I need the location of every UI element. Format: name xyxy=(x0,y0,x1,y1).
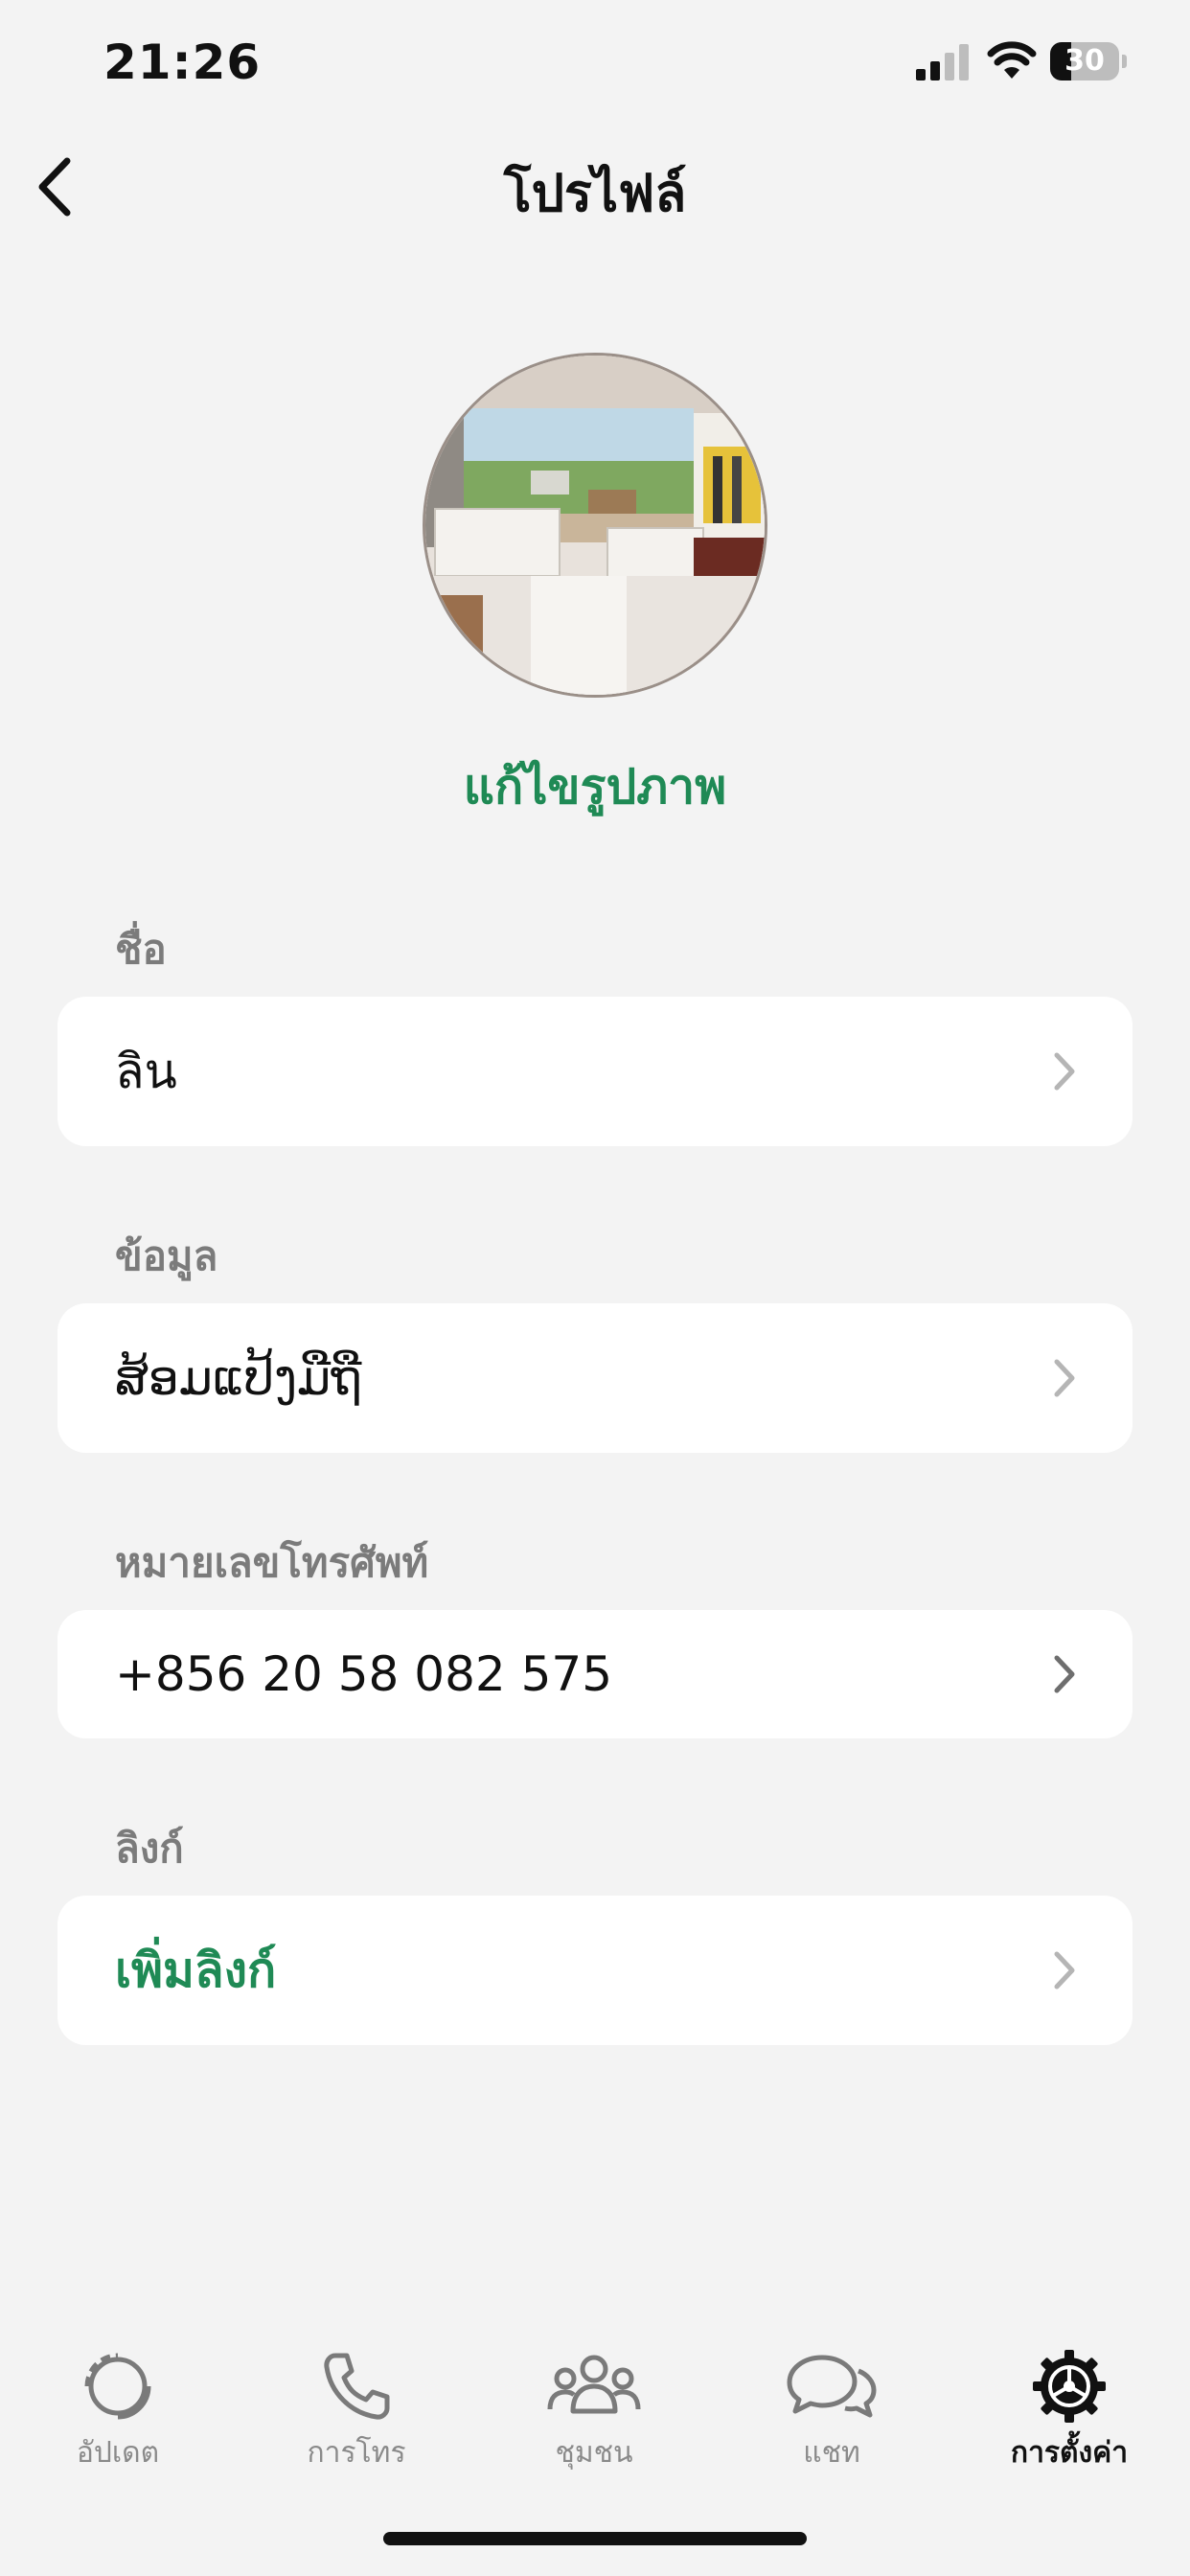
tab-calls[interactable]: การโทร xyxy=(261,2348,452,2482)
name-value: ลิน xyxy=(115,1043,177,1099)
wifi-icon xyxy=(987,41,1037,79)
tab-communities-label: ชุมชน xyxy=(555,2436,633,2470)
battery-indicator: 30 xyxy=(1050,42,1127,80)
add-link-row[interactable]: เพิ่มลิงก์ xyxy=(57,1896,1133,2045)
chevron-right-icon xyxy=(1054,1655,1075,1693)
link-label: ลิงก์ xyxy=(115,1825,184,1872)
about-value: ສ້ອມແປ້ງມືຖື xyxy=(115,1350,362,1406)
name-row[interactable]: ลิน xyxy=(57,997,1133,1146)
tab-settings[interactable]: การตั้งค่า xyxy=(973,2348,1165,2482)
tab-chats-label: แชท xyxy=(803,2436,860,2470)
profile-photo-image xyxy=(425,356,765,695)
add-link-value: เพิ่มลิงก์ xyxy=(115,1942,277,1998)
cellular-signal-icon xyxy=(916,44,969,80)
name-label: ชื่อ xyxy=(115,926,167,973)
phone-label: หมายเลขโทรศัพท์ xyxy=(115,1539,429,1586)
phone-icon xyxy=(324,2353,390,2420)
chevron-right-icon xyxy=(1054,1359,1075,1397)
page-title: โปรไฟล์ xyxy=(503,163,687,223)
battery-level: 30 xyxy=(1064,44,1105,78)
tab-updates[interactable]: อัปเดต xyxy=(22,2348,214,2482)
about-label: ข้อมูล xyxy=(115,1232,218,1279)
chevron-right-icon xyxy=(1054,1951,1075,1990)
profile-photo[interactable] xyxy=(423,353,767,698)
phone-value: +856 20 58 082 575 xyxy=(115,1646,613,1702)
phone-row[interactable]: +856 20 58 082 575 xyxy=(57,1610,1133,1738)
chats-icon xyxy=(787,2355,877,2418)
settings-icon xyxy=(1033,2350,1106,2423)
tab-calls-label: การโทร xyxy=(307,2436,406,2470)
tab-communities[interactable]: ชุมชน xyxy=(498,2348,690,2482)
tab-updates-label: อัปเดต xyxy=(76,2436,160,2470)
edit-photo-button[interactable]: แก้ไขรูปภาพ xyxy=(0,749,1190,825)
updates-icon xyxy=(84,2353,151,2420)
status-time: 21:26 xyxy=(103,34,262,90)
tab-settings-label: การตั้งค่า xyxy=(1010,2436,1129,2470)
home-indicator xyxy=(383,2532,807,2545)
communities-icon xyxy=(547,2355,641,2414)
tab-chats[interactable]: แชท xyxy=(736,2348,927,2482)
chevron-right-icon xyxy=(1054,1052,1075,1091)
about-row[interactable]: ສ້ອມແປ້ງມືຖື xyxy=(57,1303,1133,1453)
